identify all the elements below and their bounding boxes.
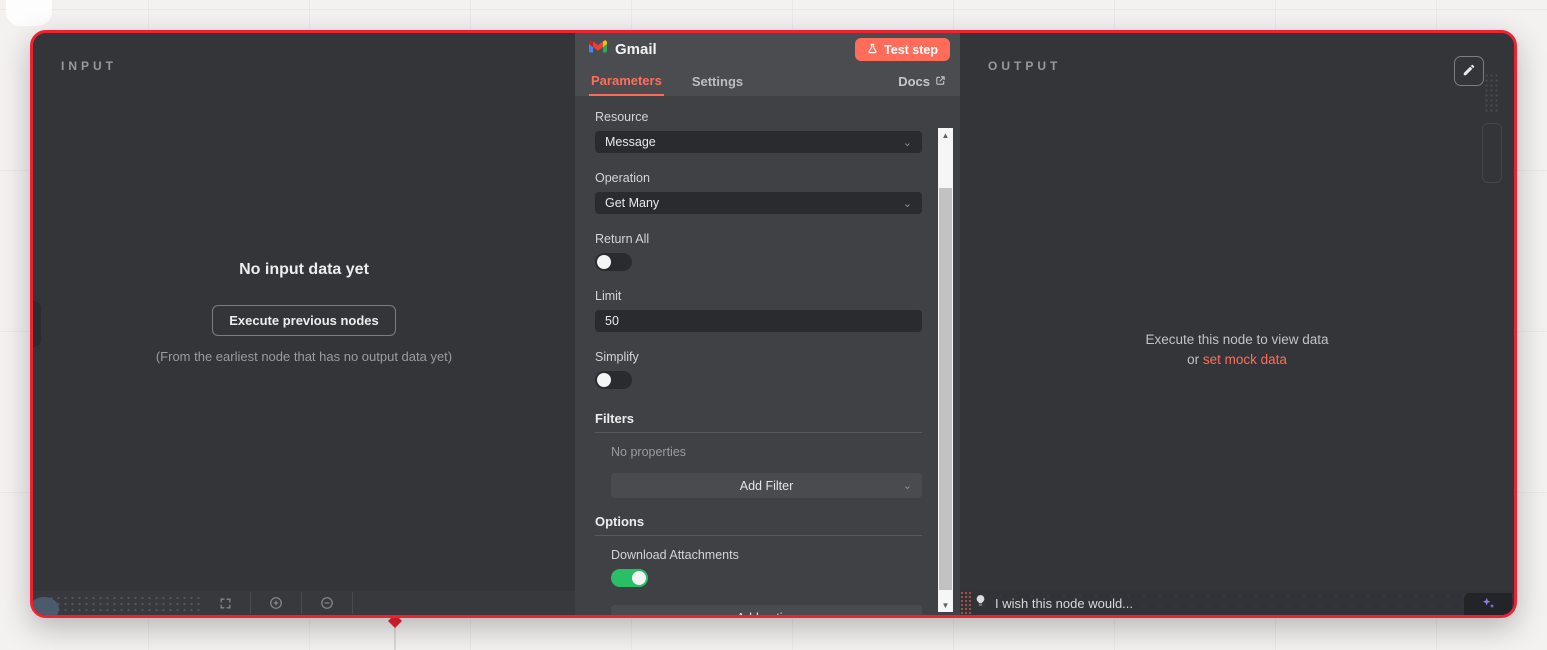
wish-input[interactable] <box>995 596 1464 611</box>
tab-parameters[interactable]: Parameters <box>589 66 664 96</box>
parameters-scrollbar[interactable]: ▲ ▼ <box>938 128 953 612</box>
node-tab-bar: Parameters Settings Docs <box>575 66 960 96</box>
gmail-icon <box>589 40 607 59</box>
operation-label: Operation <box>595 171 922 185</box>
pencil-icon <box>1462 63 1476 80</box>
external-link-icon <box>935 74 946 89</box>
operation-field: Operation Get Many ⌄ <box>595 171 922 214</box>
zoom-out-icon[interactable] <box>313 596 341 610</box>
filters-section-heading: Filters <box>595 411 922 433</box>
simplify-label: Simplify <box>595 350 922 364</box>
return-all-field: Return All <box>595 232 922 271</box>
input-panel: INPUT No input data yet Execute previous… <box>33 33 575 615</box>
canvas-controls <box>211 591 364 615</box>
edit-output-button[interactable] <box>1454 56 1484 86</box>
download-attachments-toggle[interactable] <box>611 569 648 587</box>
no-input-data-text: No input data yet <box>33 261 575 279</box>
dots-texture <box>1484 73 1498 113</box>
zoom-in-icon[interactable] <box>262 596 290 610</box>
output-panel-title: OUTPUT <box>988 59 1061 73</box>
simplify-toggle[interactable] <box>595 371 632 389</box>
limit-field: Limit <box>595 289 922 332</box>
input-panel-bottom-strip <box>33 591 575 615</box>
node-title: Gmail <box>615 41 855 58</box>
node-header: Gmail Test step <box>575 33 960 66</box>
filters-empty-note: No properties <box>611 445 922 459</box>
chevron-down-icon: ⌄ <box>903 611 912 615</box>
output-panel: OUTPUT Execute this node to view data or… <box>960 33 1514 615</box>
panel-decor <box>1482 123 1502 183</box>
ai-assistant-button[interactable] <box>1464 593 1512 615</box>
return-all-label: Return All <box>595 232 922 246</box>
output-empty-line1: Execute this node to view data <box>960 330 1514 350</box>
chevron-down-icon: ⌄ <box>903 479 912 492</box>
scroll-down-arrow[interactable]: ▼ <box>938 598 953 612</box>
input-panel-title: INPUT <box>61 59 117 73</box>
chevron-down-icon: ⌄ <box>903 136 912 149</box>
tab-settings[interactable]: Settings <box>690 66 745 96</box>
lightbulb-icon <box>974 594 987 612</box>
resource-select[interactable]: Message ⌄ <box>595 131 922 153</box>
add-filter-button[interactable]: Add Filter ⌄ <box>611 473 922 498</box>
simplify-field: Simplify <box>595 350 922 389</box>
fit-view-icon[interactable] <box>211 597 239 610</box>
node-details-view: INPUT No input data yet Execute previous… <box>30 30 1517 618</box>
dots-texture <box>41 595 201 612</box>
input-empty-state: No input data yet Execute previous nodes… <box>33 261 575 367</box>
scroll-up-arrow[interactable]: ▲ <box>938 128 953 142</box>
test-step-button[interactable]: Test step <box>855 38 950 61</box>
limit-label: Limit <box>595 289 922 303</box>
set-mock-data-link[interactable]: set mock data <box>1203 352 1287 367</box>
limit-input[interactable] <box>595 310 922 332</box>
options-section-heading: Options <box>595 514 922 536</box>
execute-previous-nodes-button[interactable]: Execute previous nodes <box>212 305 396 336</box>
download-attachments-label: Download Attachments <box>611 548 922 562</box>
wish-bar <box>960 591 1514 615</box>
scrollbar-thumb[interactable] <box>939 188 952 590</box>
return-all-toggle[interactable] <box>595 253 632 271</box>
output-empty-line2: or set mock data <box>960 350 1514 370</box>
output-empty-state: Execute this node to view data or set mo… <box>960 330 1514 371</box>
flask-icon <box>867 43 878 57</box>
node-parameters-body: Resource Message ⌄ Operation Get Many ⌄ … <box>575 96 960 615</box>
connection-line <box>394 626 396 650</box>
add-option-button[interactable]: Add option ⌄ <box>611 605 922 615</box>
chevron-down-icon: ⌄ <box>903 197 912 210</box>
node-settings-panel: Gmail Test step Parameters Settings Docs… <box>575 33 960 615</box>
resource-field: Resource Message ⌄ <box>595 110 922 153</box>
dots-texture <box>960 591 971 615</box>
input-hint-text: (From the earliest node that has no outp… <box>139 348 469 367</box>
docs-link[interactable]: Docs <box>898 66 946 96</box>
sparkles-icon <box>1480 595 1496 614</box>
resource-label: Resource <box>595 110 922 124</box>
background-node-fragment <box>6 0 52 26</box>
operation-select[interactable]: Get Many ⌄ <box>595 192 922 214</box>
